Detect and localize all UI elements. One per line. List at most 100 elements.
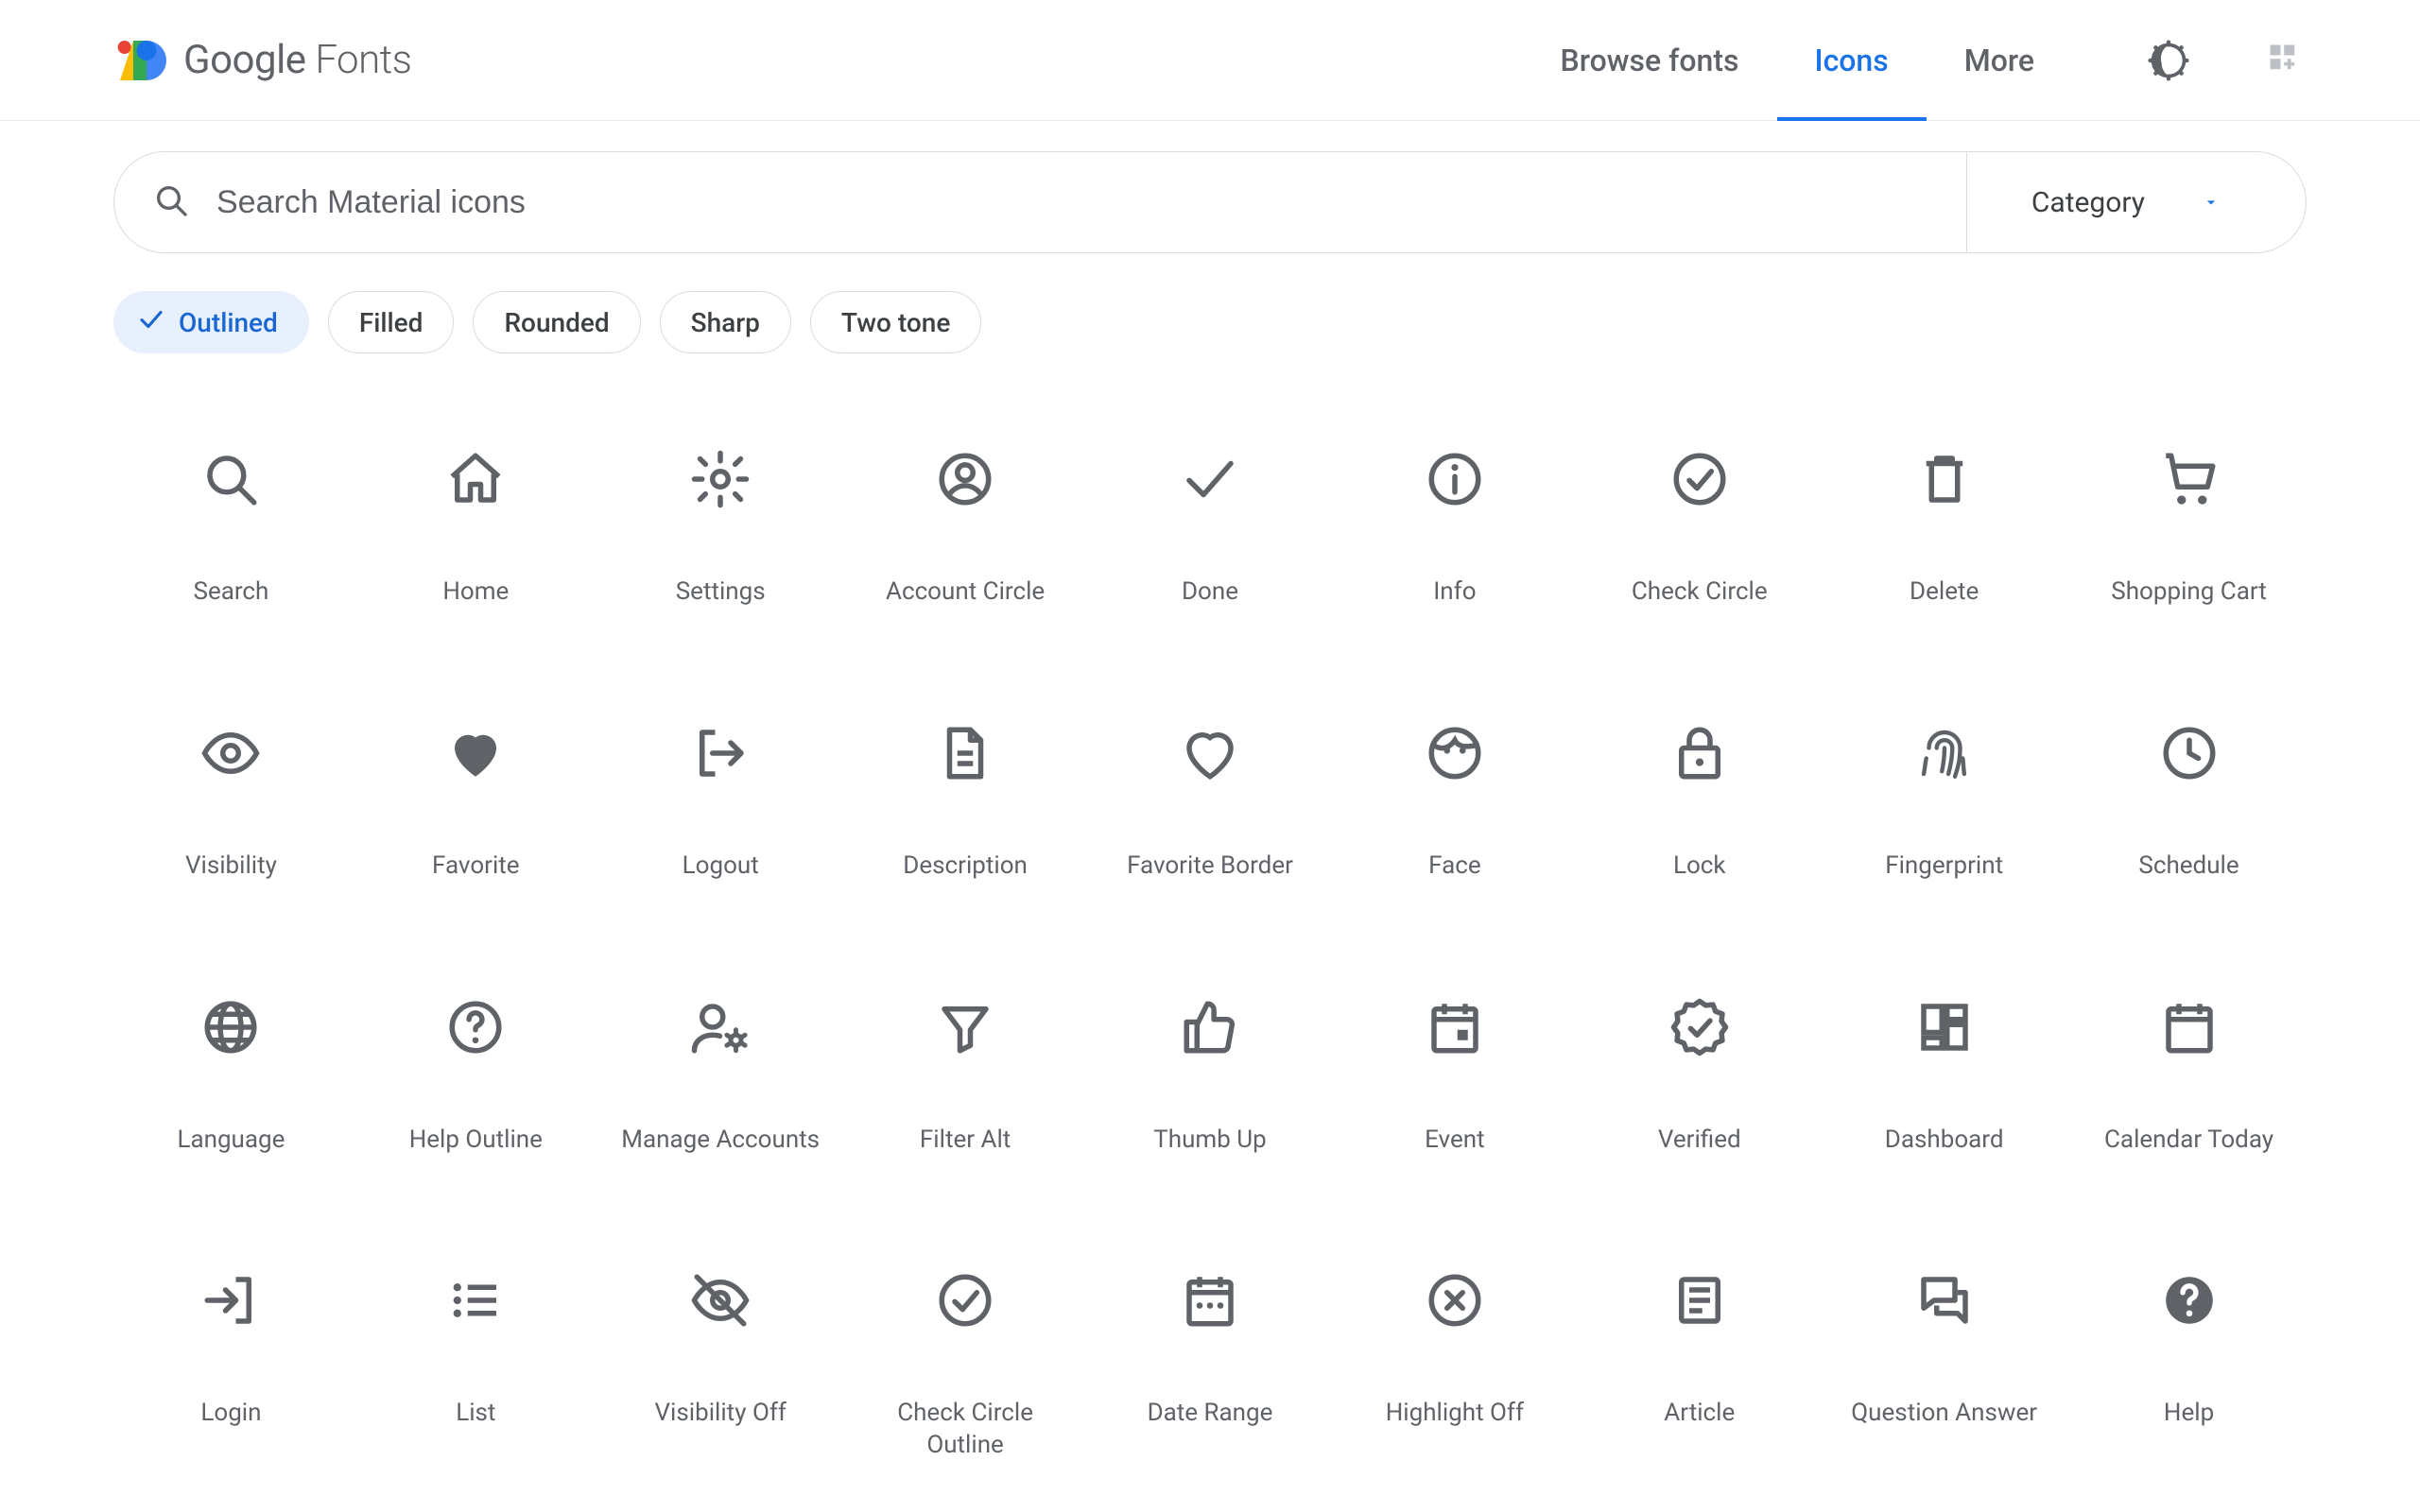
icon-tile-question_answer[interactable]: Question Answer [1826, 1269, 2062, 1462]
chip-filled[interactable]: Filled [328, 291, 455, 353]
logo[interactable]: Google Fonts [113, 34, 411, 87]
logout-icon [689, 722, 752, 784]
icon-label: Search [194, 576, 269, 609]
visibility-icon [199, 722, 262, 784]
chip-sharp[interactable]: Sharp [660, 291, 791, 353]
icon-tile-lock[interactable]: Lock [1582, 722, 1817, 883]
icon-label: Help Outline [409, 1125, 543, 1157]
chip-two-tone[interactable]: Two tone [810, 291, 981, 353]
icon-label: Visibility [185, 850, 277, 883]
done-icon [1179, 448, 1241, 510]
icon-tile-description[interactable]: Description [848, 722, 1083, 883]
icon-tile-login[interactable]: Login [113, 1269, 349, 1462]
icon-label: Event [1425, 1125, 1485, 1157]
icon-label: Favorite Border [1127, 850, 1293, 883]
chip-label: Two tone [841, 307, 950, 338]
schedule-icon [2158, 722, 2221, 784]
icon-tile-logout[interactable]: Logout [603, 722, 838, 883]
icon-label: Verified [1658, 1125, 1741, 1157]
icon-label: Logout [683, 850, 759, 883]
fingerprint-icon [1913, 722, 1976, 784]
list-icon [444, 1269, 507, 1332]
icon-tile-event[interactable]: Event [1337, 996, 1572, 1157]
chip-outlined[interactable]: Outlined [113, 291, 309, 353]
icon-label: Help [2164, 1398, 2214, 1430]
google-fonts-logo-icon [113, 34, 166, 87]
icon-tile-face[interactable]: Face [1337, 722, 1572, 883]
icon-tile-help_outline[interactable]: Help Outline [358, 996, 594, 1157]
lock-icon [1668, 722, 1731, 784]
chip-rounded[interactable]: Rounded [473, 291, 640, 353]
icon-label: Lock [1673, 850, 1726, 883]
icon-tile-done[interactable]: Done [1093, 448, 1328, 609]
icon-tile-list[interactable]: List [358, 1269, 594, 1462]
icon-tile-verified[interactable]: Verified [1582, 996, 1817, 1157]
icon-tile-help[interactable]: Help [2071, 1269, 2307, 1462]
icon-label: Highlight Off [1386, 1398, 1524, 1430]
category-label: Category [2031, 186, 2145, 219]
icon-label: Language [177, 1125, 285, 1157]
info-icon [1424, 448, 1486, 510]
favorite-border-icon [1179, 722, 1241, 784]
icon-tile-home[interactable]: Home [358, 448, 594, 609]
icon-tile-fingerprint[interactable]: Fingerprint [1826, 722, 2062, 883]
icon-tile-language[interactable]: Language [113, 996, 349, 1157]
nav-browse-fonts[interactable]: Browse fonts [1561, 0, 1739, 120]
manage-accounts-icon [689, 996, 752, 1058]
icon-tile-filter_alt[interactable]: Filter Alt [848, 996, 1083, 1157]
icon-tile-article[interactable]: Article [1582, 1269, 1817, 1462]
icon-tile-favorite[interactable]: Favorite [358, 722, 594, 883]
icon-tile-check_circle_outline[interactable]: Check Circle Outline [848, 1269, 1083, 1462]
search-divider [1966, 152, 1967, 252]
icon-tile-thumb_up[interactable]: Thumb Up [1093, 996, 1328, 1157]
verified-icon [1668, 996, 1731, 1058]
check-circle-icon [1668, 448, 1731, 510]
article-icon [1668, 1269, 1731, 1332]
icon-label: Info [1433, 576, 1476, 609]
icon-tile-manage_accounts[interactable]: Manage Accounts [603, 996, 838, 1157]
filter-alt-icon [934, 996, 996, 1058]
icon-tile-visibility[interactable]: Visibility [113, 722, 349, 883]
icon-tile-calendar_today[interactable]: Calendar Today [2071, 996, 2307, 1157]
icon-tile-settings[interactable]: Settings [603, 448, 838, 609]
icon-tile-visibility_off[interactable]: Visibility Off [603, 1269, 838, 1462]
nav-more[interactable]: More [1964, 0, 2034, 120]
icon-label: Manage Accounts [621, 1125, 820, 1157]
calendar-today-icon [2158, 996, 2221, 1058]
icon-label: Account Circle [886, 576, 1045, 609]
app-header: Google Fonts Browse fonts Icons More [0, 0, 2420, 121]
icon-tile-highlight_off[interactable]: Highlight Off [1337, 1269, 1572, 1462]
view-selected-icon[interactable] [2265, 40, 2307, 81]
icon-tile-check_circle[interactable]: Check Circle [1582, 448, 1817, 609]
icon-label: Shopping Cart [2111, 576, 2267, 609]
icon-label: Visibility Off [655, 1398, 786, 1430]
nav-icons[interactable]: Icons [1815, 0, 1889, 120]
visibility-off-icon [689, 1269, 752, 1332]
icon-label: Dashboard [1885, 1125, 2004, 1157]
icon-tile-info[interactable]: Info [1337, 448, 1572, 609]
icon-label: List [456, 1398, 495, 1430]
icon-tile-delete[interactable]: Delete [1826, 448, 2062, 609]
dark-mode-toggle-icon[interactable] [2148, 40, 2189, 81]
icon-label: Calendar Today [2104, 1125, 2273, 1157]
help-icon [2158, 1269, 2221, 1332]
icon-label: Filter Alt [920, 1125, 1011, 1157]
chip-label: Filled [359, 307, 424, 338]
icon-tile-date_range[interactable]: Date Range [1093, 1269, 1328, 1462]
login-icon [199, 1269, 262, 1332]
search-input[interactable] [216, 184, 1940, 221]
dashboard-icon [1913, 996, 1976, 1058]
check-icon [137, 305, 165, 340]
favorite-icon [444, 722, 507, 784]
icon-grid: Search HomeSettings Account Circle Done Info… [0, 353, 2420, 1462]
icon-label: Face [1428, 850, 1480, 883]
icon-tile-search[interactable]: Search [113, 448, 349, 609]
icon-tile-favorite_border[interactable]: Favorite Border [1093, 722, 1328, 883]
icon-tile-dashboard[interactable]: Dashboard [1826, 996, 2062, 1157]
category-dropdown[interactable]: Category [1994, 186, 2268, 219]
main-nav: Browse fonts Icons More [1561, 0, 2034, 120]
icon-tile-schedule[interactable]: Schedule [2071, 722, 2307, 883]
delete-icon [1913, 448, 1976, 510]
icon-tile-shopping_cart[interactable]: Shopping Cart [2071, 448, 2307, 609]
icon-tile-account_circle[interactable]: Account Circle [848, 448, 1083, 609]
